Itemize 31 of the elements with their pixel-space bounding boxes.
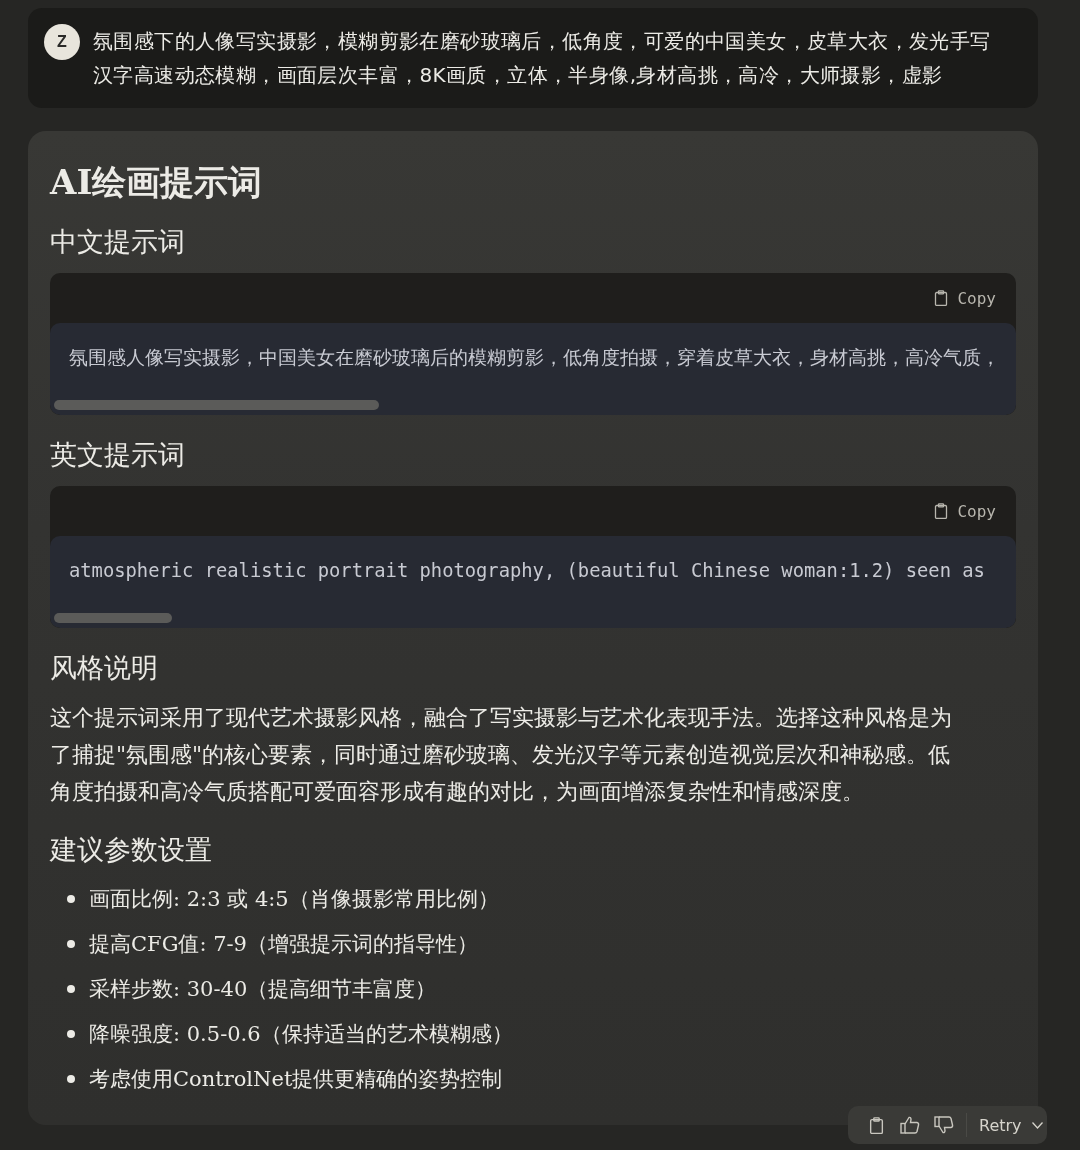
code-text: atmospheric realistic portrait photography, (beautiful Chinese woman:1.2) seen as: [69, 559, 986, 583]
chevron-down-icon: [1031, 1121, 1043, 1129]
user-avatar: Z: [44, 24, 80, 60]
thumbs-down-icon: [934, 1116, 954, 1134]
bullet-icon: [67, 895, 75, 903]
description-paragraph: 这个提示词采用了现代艺术摄影风格，融合了写实摄影与艺术化表现手法。选择这种风格是为了捕捉"氛围感"的核心要素，同时通过磨砂玻璃、发光汉字等元素创造视觉层次和神秘感。低角度拍摄和高冷气质搭配可爱面容形成有趣的对比，为画面增添复杂性和情感深度。: [50, 704, 953, 806]
clipboard-icon: [933, 503, 950, 519]
scrollbar-thumb[interactable]: [54, 400, 379, 410]
section-heading: 英文提示词: [50, 438, 186, 472]
list-item-text: 降噪强度: 0.5-0.6（保持适当的艺术模糊感）: [89, 1021, 513, 1048]
list-item-text: 画面比例: 2:3 或 4:5（肖像摄影常用比例）: [89, 886, 499, 913]
copy-button[interactable]: Copy: [933, 499, 996, 523]
bullet-icon: [67, 940, 75, 948]
scrollbar-thumb[interactable]: [54, 613, 172, 623]
section-heading: 建议参数设置: [50, 833, 213, 867]
retry-button[interactable]: Retry: [977, 1113, 1045, 1137]
list-item-text: 考虑使用ControlNet提供更精确的姿势控制: [89, 1066, 503, 1093]
bullet-icon: [67, 1075, 75, 1083]
copy-button[interactable]: Copy: [933, 286, 996, 310]
bullet-icon: [67, 1030, 75, 1038]
thumbs-up-icon: [900, 1116, 920, 1134]
section-heading: 中文提示词: [50, 225, 186, 259]
response-title: AI绘画提示词: [50, 161, 264, 204]
bullet-icon: [67, 985, 75, 993]
user-message-text: 氛围感下的人像写实摄影，模糊剪影在磨砂玻璃后，低角度，可爱的中国美女，皮草大衣，发光手写汉字高速动态模糊，画面层次丰富，8K画质，立体，半身像,身材高挑，高冷，大师摄影，虚影: [93, 28, 992, 89]
clipboard-icon: [867, 1116, 885, 1134]
section-heading: 风格说明: [50, 651, 159, 685]
code-text: 氛围感人像写实摄影，中国美女在磨砂玻璃后的模糊剪影，低角度拍摄，穿着皮草大衣，身材高挑，高冷气质，: [69, 346, 1001, 370]
list-item-text: 采样步数: 30-40（提高细节丰富度）: [89, 976, 437, 1003]
clipboard-icon: [933, 290, 950, 306]
list-item-text: 提高CFG值: 7-9（增强提示词的指导性）: [89, 931, 478, 958]
